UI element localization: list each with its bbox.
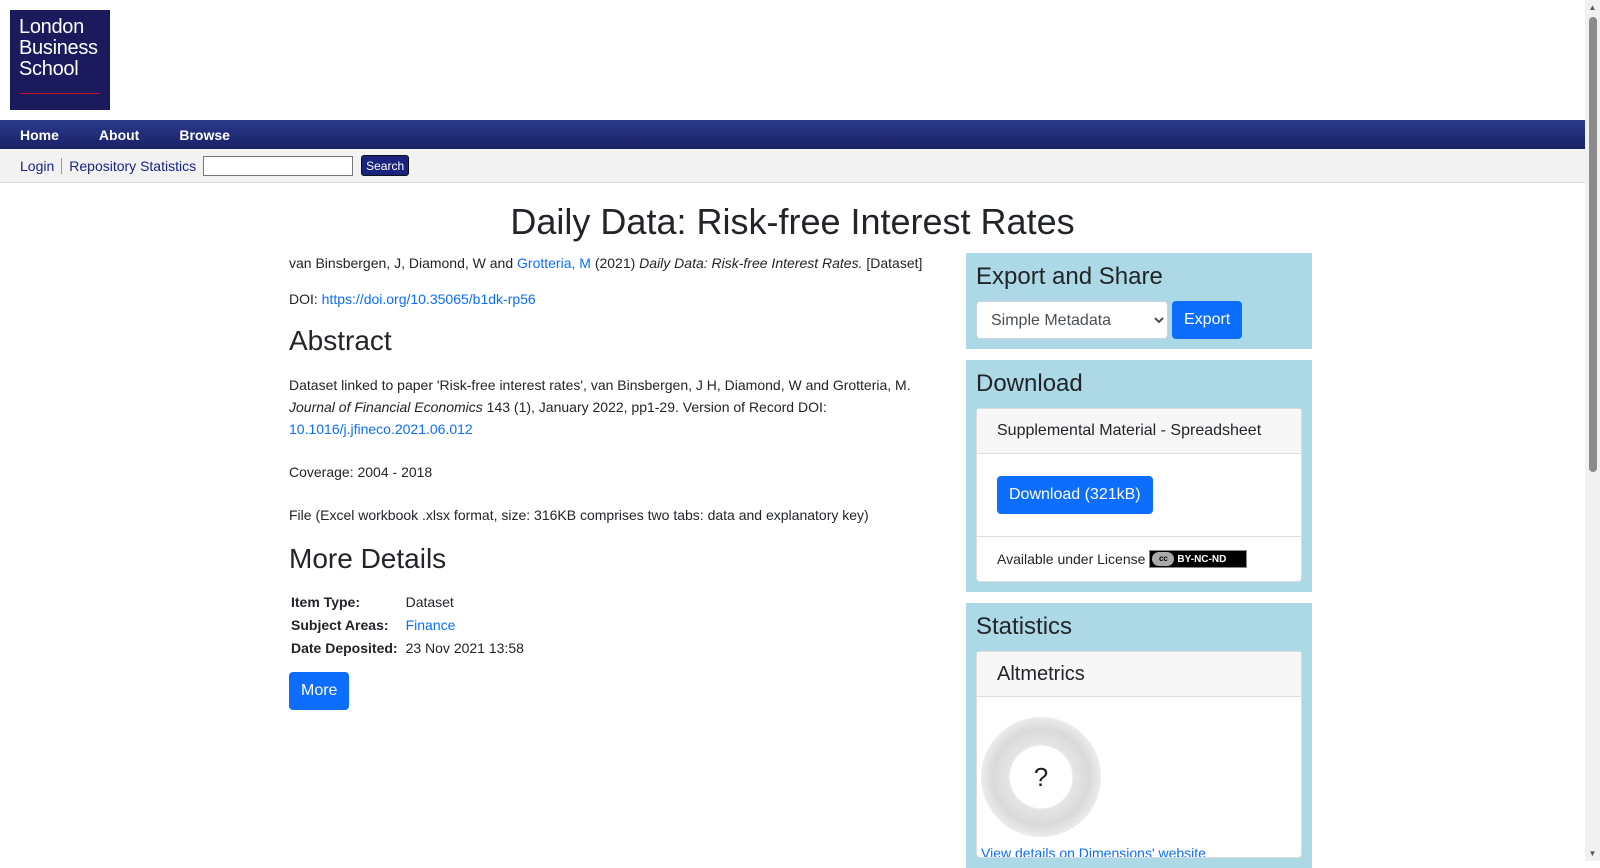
sidebar: Export and Share Simple Metadata Export …: [966, 253, 1312, 868]
license-text: Available under License: [997, 551, 1146, 567]
altmetrics-card: Altmetrics ? View details on Dimensions'…: [976, 651, 1302, 858]
export-row: Simple Metadata Export: [976, 301, 1302, 339]
dimensions-badge-icon[interactable]: ?: [981, 717, 1101, 837]
logo-line-2: Business: [19, 37, 98, 59]
cc-license-badge[interactable]: cc BY-NC-ND: [1149, 550, 1248, 568]
page-title: Daily Data: Risk-free Interest Rates: [510, 201, 1075, 242]
date-deposited-label: Date Deposited:: [291, 640, 398, 656]
details-table: Item Type: Dataset Subject Areas: Financ…: [289, 591, 526, 660]
citation-year: (2021): [594, 255, 636, 271]
abstract-body: Dataset linked to paper 'Risk-free inter…: [289, 374, 944, 526]
statistics-panel: Statistics Altmetrics ? View details on …: [966, 603, 1312, 868]
more-details-heading: More Details: [289, 543, 447, 574]
download-card: Supplemental Material - Spreadsheet Down…: [976, 408, 1302, 582]
download-card-title: Supplemental Material - Spreadsheet: [977, 409, 1301, 454]
creative-commons-icon: cc: [1152, 552, 1175, 566]
citation: van Binsbergen, J, Diamond, W and Grotte…: [289, 252, 944, 274]
doi-line: DOI: https://doi.org/10.35065/b1dk-rp56: [289, 288, 944, 310]
lbs-logo[interactable]: London Business School: [10, 10, 110, 110]
page-scrollbar[interactable]: ▲ ▼: [1585, 0, 1600, 861]
statistics-heading: Statistics: [976, 613, 1073, 640]
altmetrics-body: ? View details on Dimensions' website: [977, 697, 1301, 857]
table-row: Item Type: Dataset: [289, 591, 526, 614]
citation-authors: van Binsbergen, J, Diamond, W and: [289, 255, 514, 271]
export-format-select[interactable]: Simple Metadata: [976, 301, 1168, 339]
nav-browse[interactable]: Browse: [179, 127, 230, 143]
table-row: Date Deposited: 23 Nov 2021 13:58: [289, 637, 526, 660]
logo-line-1: London: [19, 16, 84, 38]
login-link[interactable]: Login: [20, 157, 63, 174]
version-of-record-doi-link[interactable]: 10.1016/j.jfineco.2021.06.012: [289, 421, 473, 437]
author-link-grotteria[interactable]: Grotteria, M: [517, 255, 591, 271]
logo-red-rule: [20, 93, 100, 94]
abstract-paragraph-1: Dataset linked to paper 'Risk-free inter…: [289, 374, 944, 440]
sub-nav: Login Repository Statistics Search: [0, 149, 1585, 183]
abstract-heading: Abstract: [289, 325, 392, 356]
download-panel: Download Supplemental Material - Spreads…: [966, 360, 1312, 592]
scrollbar-thumb[interactable]: [1589, 17, 1597, 472]
subject-areas-label: Subject Areas:: [291, 617, 389, 633]
citation-type: [Dataset]: [866, 255, 923, 271]
item-type-label: Item Type:: [291, 594, 360, 610]
abstract-citation-rest: 143 (1), January 2022, pp1-29. Version o…: [486, 399, 827, 415]
scroll-down-arrow-icon[interactable]: ▼: [1585, 846, 1600, 861]
date-deposited-value: 23 Nov 2021 13:58: [405, 640, 524, 656]
abstract-file-description: File (Excel workbook .xlsx format, size:…: [289, 507, 869, 523]
export-button[interactable]: Export: [1172, 301, 1243, 339]
journal-name: Journal of Financial Economics: [289, 399, 483, 415]
abstract-coverage: Coverage: 2004 - 2018: [289, 464, 433, 480]
main-content: van Binsbergen, J, Diamond, W and Grotte…: [289, 252, 944, 710]
dimensions-badge-value: ?: [1033, 762, 1049, 792]
doi-label: DOI:: [289, 291, 318, 307]
subject-finance-link[interactable]: Finance: [406, 617, 456, 633]
nav-home[interactable]: Home: [20, 127, 59, 143]
more-button[interactable]: More: [289, 672, 350, 710]
download-heading: Download: [976, 370, 1083, 397]
logo-line-3: School: [19, 58, 79, 80]
license-badge-text: BY-NC-ND: [1177, 553, 1227, 565]
citation-title: Daily Data: Risk-free Interest Rates.: [639, 255, 863, 271]
license-footer: Available under License cc BY-NC-ND: [977, 536, 1301, 581]
altmetrics-title: Altmetrics: [977, 652, 1301, 697]
table-row: Subject Areas: Finance: [289, 614, 526, 637]
dimensions-details-link[interactable]: View details on Dimensions' website: [981, 845, 1206, 857]
download-button[interactable]: Download (321kB): [997, 476, 1153, 514]
item-type-value: Dataset: [405, 594, 454, 610]
search-input[interactable]: [203, 155, 354, 176]
repository-statistics-link[interactable]: Repository Statistics: [69, 158, 196, 174]
main-nav: Home About Browse: [0, 120, 1585, 149]
download-card-body: Download (321kB): [977, 454, 1301, 536]
search-button[interactable]: Search: [361, 155, 410, 176]
abstract-text: Dataset linked to paper 'Risk-free inter…: [289, 377, 911, 393]
scroll-up-arrow-icon[interactable]: ▲: [1585, 0, 1600, 15]
export-panel: Export and Share Simple Metadata Export: [966, 253, 1312, 349]
doi-link[interactable]: https://doi.org/10.35065/b1dk-rp56: [322, 291, 536, 307]
export-heading: Export and Share: [976, 263, 1163, 290]
nav-about[interactable]: About: [99, 127, 139, 143]
subject-areas-value: Finance: [406, 614, 526, 637]
